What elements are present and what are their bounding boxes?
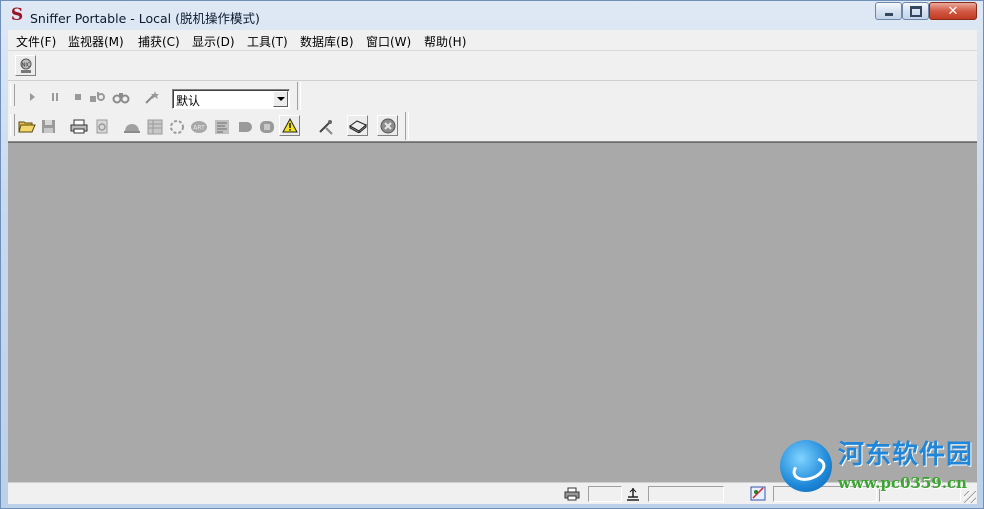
global-statistics-button[interactable] — [256, 116, 277, 137]
expert-status — [749, 485, 767, 502]
define-filter-button[interactable] — [142, 86, 163, 107]
history-samples-button[interactable] — [211, 116, 232, 137]
svg-text:NIC: NIC — [21, 62, 30, 68]
watermark-logo-icon — [780, 440, 832, 492]
menu-bar: 文件(F) 监视器(M) 捕获(C) 显示(D) 工具(T) 数据库(B) 窗口… — [8, 30, 977, 51]
stop-and-display-icon — [89, 91, 105, 102]
svg-text:ART: ART — [193, 124, 205, 131]
chevron-down-icon[interactable] — [273, 91, 288, 107]
filter-select-value: 默认 — [176, 94, 201, 108]
printer-status — [563, 485, 581, 502]
close-button[interactable]: ✕ — [929, 2, 977, 20]
stop-button[interactable] — [377, 115, 398, 136]
menu-help[interactable]: 帮助(H) — [424, 33, 466, 50]
host-table-icon — [147, 119, 162, 134]
global-statistics-icon — [259, 120, 274, 133]
matrix-icon — [169, 119, 184, 134]
dashboard-button[interactable] — [121, 116, 142, 137]
mdi-workspace[interactable] — [8, 142, 977, 482]
start-capture-button[interactable] — [21, 86, 42, 107]
address-book-button[interactable] — [315, 116, 336, 137]
minimize-icon — [884, 12, 893, 16]
print-preview-button[interactable] — [91, 116, 112, 137]
menu-capture[interactable]: 捕获(C) — [138, 33, 180, 50]
watermark-name: 河东软件园 — [838, 440, 974, 470]
watermark: 河东软件园 www.pc0359.cn — [780, 436, 980, 498]
filter-select[interactable]: 默认 — [172, 89, 290, 109]
save-button[interactable] — [38, 116, 59, 137]
menu-monitor[interactable]: 监视器(M) — [68, 33, 124, 50]
menu-tools[interactable]: 工具(T) — [247, 33, 288, 50]
pause-capture-button[interactable] — [44, 86, 65, 107]
print-icon — [70, 119, 87, 134]
menu-window[interactable]: 窗口(W) — [366, 33, 411, 50]
protocol-distribution-button[interactable] — [234, 116, 255, 137]
stop-circle-icon — [380, 118, 395, 133]
client-area: 文件(F) 监视器(M) 捕获(C) 显示(D) 工具(T) 数据库(B) 窗口… — [8, 30, 977, 504]
maximize-icon — [909, 5, 922, 17]
application-window: S Sniffer Portable - Local (脱机操作模式) ✕ 文件… — [0, 0, 984, 509]
toolbar-grip[interactable] — [10, 84, 15, 106]
packet-generator-icon — [348, 119, 367, 133]
print-preview-icon — [96, 119, 107, 133]
dashboard-icon — [123, 124, 140, 133]
protocol-distribution-icon — [238, 121, 252, 132]
close-icon: ✕ — [947, 3, 959, 19]
packet-generator-button[interactable] — [347, 115, 368, 136]
print-button[interactable] — [68, 116, 89, 137]
address-book-icon — [318, 119, 333, 135]
network-adapter-icon: NIC — [20, 58, 31, 73]
pause-icon — [51, 92, 58, 101]
save-disk-icon — [42, 120, 55, 133]
open-folder-icon — [17, 121, 36, 133]
maximize-button[interactable] — [902, 2, 929, 20]
display-button[interactable] — [110, 86, 131, 107]
toolbar-monitor: NIC — [8, 52, 977, 81]
history-samples-icon — [214, 119, 229, 134]
network-status — [624, 485, 642, 502]
expert-status-icon — [750, 486, 766, 501]
alarm-log-icon — [281, 118, 298, 133]
title-bar[interactable]: S Sniffer Portable - Local (脱机操作模式) ✕ — [1, 1, 983, 30]
toolbar-separator — [297, 82, 301, 110]
stop-capture-button[interactable] — [67, 86, 88, 107]
open-button[interactable] — [16, 116, 37, 137]
toolbar-separator — [405, 112, 409, 140]
display-binoculars-icon — [112, 92, 129, 103]
watermark-url: www.pc0359.cn — [838, 474, 968, 492]
minimize-button[interactable] — [875, 2, 902, 20]
network-status-icon — [627, 487, 639, 501]
menu-display[interactable]: 显示(D) — [192, 33, 235, 50]
menu-database[interactable]: 数据库(B) — [300, 33, 354, 50]
application-response-time-button[interactable]: ART — [188, 116, 209, 137]
network-adapter-button[interactable]: NIC — [15, 55, 36, 76]
status-panel — [648, 486, 724, 502]
play-icon — [29, 92, 35, 101]
alarm-log-button[interactable] — [279, 115, 300, 136]
sniffer-app-icon[interactable]: S — [9, 7, 25, 24]
stop-and-display-button[interactable] — [87, 86, 108, 107]
printer-status-icon — [564, 487, 580, 500]
stop-icon — [74, 93, 81, 100]
window-title: Sniffer Portable - Local (脱机操作模式) — [30, 11, 260, 26]
application-response-time-icon: ART — [190, 120, 207, 133]
toolbar-main: ART — [8, 112, 977, 142]
define-filter-icon — [144, 90, 159, 104]
toolbar-grip[interactable] — [10, 114, 15, 136]
menu-file[interactable]: 文件(F) — [16, 33, 56, 50]
status-panel — [588, 486, 622, 502]
host-table-button[interactable] — [144, 116, 165, 137]
toolbar-capture: 默认 — [8, 82, 977, 110]
matrix-button[interactable] — [166, 116, 187, 137]
